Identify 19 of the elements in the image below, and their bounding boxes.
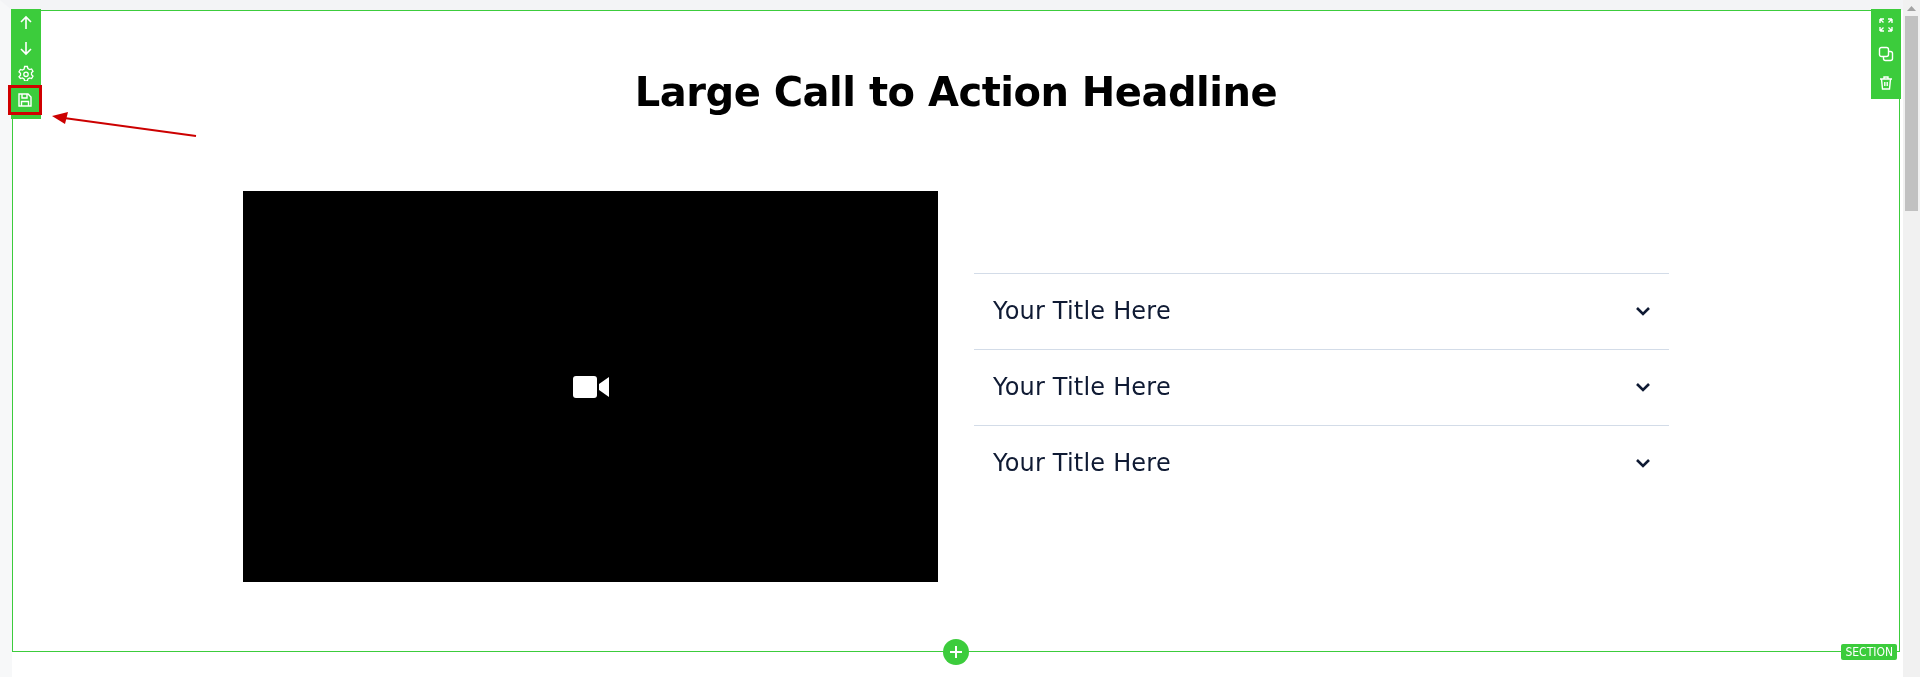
video-camera-icon bbox=[572, 374, 609, 399]
move-up-icon bbox=[18, 14, 34, 31]
accordion-header[interactable]: Your Title Here bbox=[974, 349, 1669, 425]
accordion-header[interactable]: Your Title Here bbox=[974, 273, 1669, 349]
save-icon bbox=[17, 92, 33, 108]
plus-icon bbox=[949, 645, 963, 659]
scrollbar[interactable] bbox=[1903, 0, 1920, 677]
expand-icon bbox=[1878, 16, 1894, 33]
scroll-up-icon[interactable] bbox=[1907, 6, 1916, 11]
scrollbar-thumb[interactable] bbox=[1905, 16, 1918, 211]
settings-icon bbox=[18, 64, 34, 81]
duplicate-icon bbox=[1878, 45, 1894, 62]
section-label: SECTION bbox=[1841, 644, 1897, 660]
save-button[interactable] bbox=[8, 85, 42, 115]
move-down-icon bbox=[18, 39, 34, 56]
trash-icon bbox=[1878, 74, 1894, 91]
headline: Large Call to Action Headline bbox=[634, 69, 1278, 115]
accordion-header[interactable]: Your Title Here bbox=[974, 425, 1669, 501]
add-section-button[interactable] bbox=[943, 639, 969, 665]
